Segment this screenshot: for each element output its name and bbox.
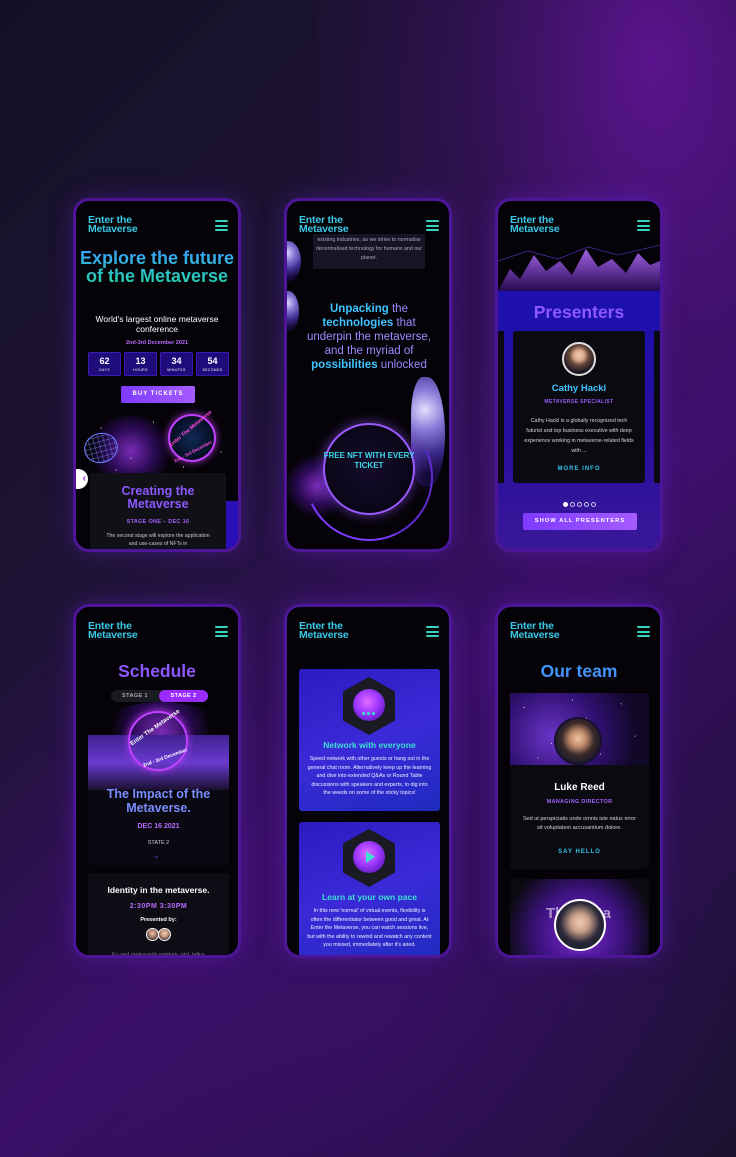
talk-time: 2:30PM 3:30PM — [129, 903, 188, 910]
headline-text: unlocked — [377, 359, 427, 371]
phone-home-screen: Enter the Metaverse Explore the future o… — [73, 198, 241, 552]
phone-features-screen: Enter the Metaverse Network with everyon… — [284, 604, 452, 958]
headline-highlight: technologies — [322, 317, 394, 329]
carousel-prev-icon[interactable]: ‹ — [76, 469, 88, 489]
header: Enter the Metaverse — [299, 215, 439, 240]
speaker-avatar[interactable] — [158, 928, 171, 941]
buy-tickets-button[interactable]: BUY TICKETS — [121, 386, 195, 403]
talk-title: Identity in the metaverse. — [107, 885, 210, 895]
schedule-title: Schedule — [118, 661, 196, 681]
brand-logo[interactable]: Enter the Metaverse — [88, 215, 148, 235]
presenter-bio: Cathy Hackl is a globally recognized tec… — [524, 418, 634, 454]
chrome-blob-graphic — [287, 241, 301, 281]
countdown-days: 62 DAYS — [88, 352, 121, 376]
hamburger-menu-icon[interactable] — [637, 220, 650, 231]
play-triangle-icon — [366, 851, 375, 863]
team-title: Our team — [498, 661, 660, 682]
presenters-title: Presenters — [533, 302, 625, 322]
show-all-presenters-button[interactable]: SHOW ALL PRESENTERS — [523, 513, 637, 530]
event-date: DEC 16 2021 — [137, 823, 180, 830]
phone-about-screen: Enter the Metaverse existing industries,… — [284, 198, 452, 552]
carousel-dot[interactable] — [569, 502, 575, 507]
team-member-avatar — [554, 899, 606, 951]
headline-highlight: Unpacking — [330, 303, 389, 315]
stage-card-title: Creating the Metaverse — [121, 484, 195, 511]
presented-by-label: Presented by: — [140, 917, 177, 923]
say-hello-link[interactable]: SAY HELLO — [510, 849, 649, 855]
header: Enter the Metaverse — [88, 215, 228, 240]
talk-body: Eu sed malesuada pretium, nisl, tellus — [112, 952, 205, 958]
nft-badge-text: FREE NFT WITH EVERY TICKET — [323, 451, 415, 470]
countdown-timer: 62 DAYS 13 HOURS 34 MINUTES 54 SECONDS — [88, 352, 229, 376]
phone-team-screen: Enter the Metaverse Our team Luke Reed M… — [495, 604, 663, 958]
carousel-dot[interactable] — [590, 502, 596, 507]
phone-presenters-screen: Enter the Metaverse Presenters Cathy Hac… — [495, 198, 663, 552]
next-card-peek[interactable] — [654, 331, 660, 483]
hamburger-menu-icon[interactable] — [426, 626, 439, 637]
team-member-role: MANAGING DIRECTOR — [546, 799, 613, 805]
headline-highlight: possibilities — [311, 359, 378, 371]
phone-schedule-screen: Enter the Metaverse Schedule STAGE 1 STA… — [73, 604, 241, 958]
carousel-dot[interactable] — [562, 502, 568, 507]
prev-card-peek[interactable] — [498, 331, 504, 483]
brand-logo[interactable]: Enter the Metaverse — [299, 621, 359, 641]
feature-title: Network with everyone — [323, 740, 416, 750]
countdown-minutes: 34 MINUTES — [160, 352, 193, 376]
hamburger-menu-icon[interactable] — [426, 220, 439, 231]
tab-stage-1[interactable]: STAGE 1 — [111, 690, 159, 702]
tab-stage-2[interactable]: STAGE 2 — [159, 690, 208, 702]
crystal-mountains-graphic — [498, 244, 660, 291]
hamburger-menu-icon[interactable] — [637, 626, 650, 637]
brand-logo[interactable]: Enter the Metaverse — [299, 215, 359, 235]
brand-logo[interactable]: Enter the Metaverse — [510, 215, 570, 235]
headline-text: the — [388, 303, 408, 315]
countdown-seconds: 54 SECONDS — [196, 352, 229, 376]
team-member-name: Luke Reed — [554, 782, 605, 793]
event-state: STATE 2 — [147, 840, 170, 846]
feature-body: In this new 'normal' of virtual events, … — [307, 908, 432, 948]
feature-title: Learn at your own pace — [322, 892, 417, 902]
carousel-dots[interactable] — [498, 494, 660, 512]
hamburger-menu-icon[interactable] — [215, 626, 228, 637]
brand-logo[interactable]: Enter the Metaverse — [510, 621, 570, 641]
feature-body: Speed network with other guests or hang … — [307, 756, 432, 796]
hero-subtitle: World's largest online metaverse confere… — [95, 314, 219, 334]
header: Enter the Metaverse — [510, 621, 650, 646]
hero-title: Explore the future of the Metaverse — [76, 249, 238, 285]
chat-dots-icon — [362, 702, 376, 715]
section-headline: Unpacking the technologies that underpin… — [299, 302, 439, 372]
header: Enter the Metaverse — [510, 215, 650, 240]
brand-logo[interactable]: Enter the Metaverse — [88, 621, 148, 641]
countdown-hours: 13 HOURS — [124, 352, 157, 376]
stage-tabs: STAGE 1 STAGE 2 — [111, 690, 208, 702]
event-title: The Impact of the Metaverse. — [106, 787, 211, 815]
more-info-link[interactable]: MORE INFO — [513, 466, 645, 472]
presenter-name: Cathy Hackl — [551, 383, 607, 394]
stage-card-label: STAGE ONE – DEC 16 — [126, 519, 190, 525]
presenter-role: METAVERSE SPECIALIST — [544, 399, 614, 405]
decorative-band — [226, 501, 238, 549]
chrome-blob-graphic — [287, 291, 299, 331]
presenter-avatar — [562, 342, 596, 376]
header: Enter the Metaverse — [299, 621, 439, 646]
stage-card-body: The second stage will explore the applic… — [106, 533, 210, 547]
event-date: 2nd-3rd December 2021 — [125, 340, 189, 346]
team-member-bio: Sed ut perspiciatis unde omnis iste natu… — [522, 816, 637, 831]
chevron-down-icon[interactable]: ⌄ — [153, 851, 163, 861]
carousel-dot[interactable] — [583, 502, 589, 507]
header: Enter the Metaverse — [88, 621, 228, 646]
hamburger-menu-icon[interactable] — [215, 220, 228, 231]
carousel-dot[interactable] — [576, 502, 582, 507]
team-member-avatar — [554, 717, 602, 765]
